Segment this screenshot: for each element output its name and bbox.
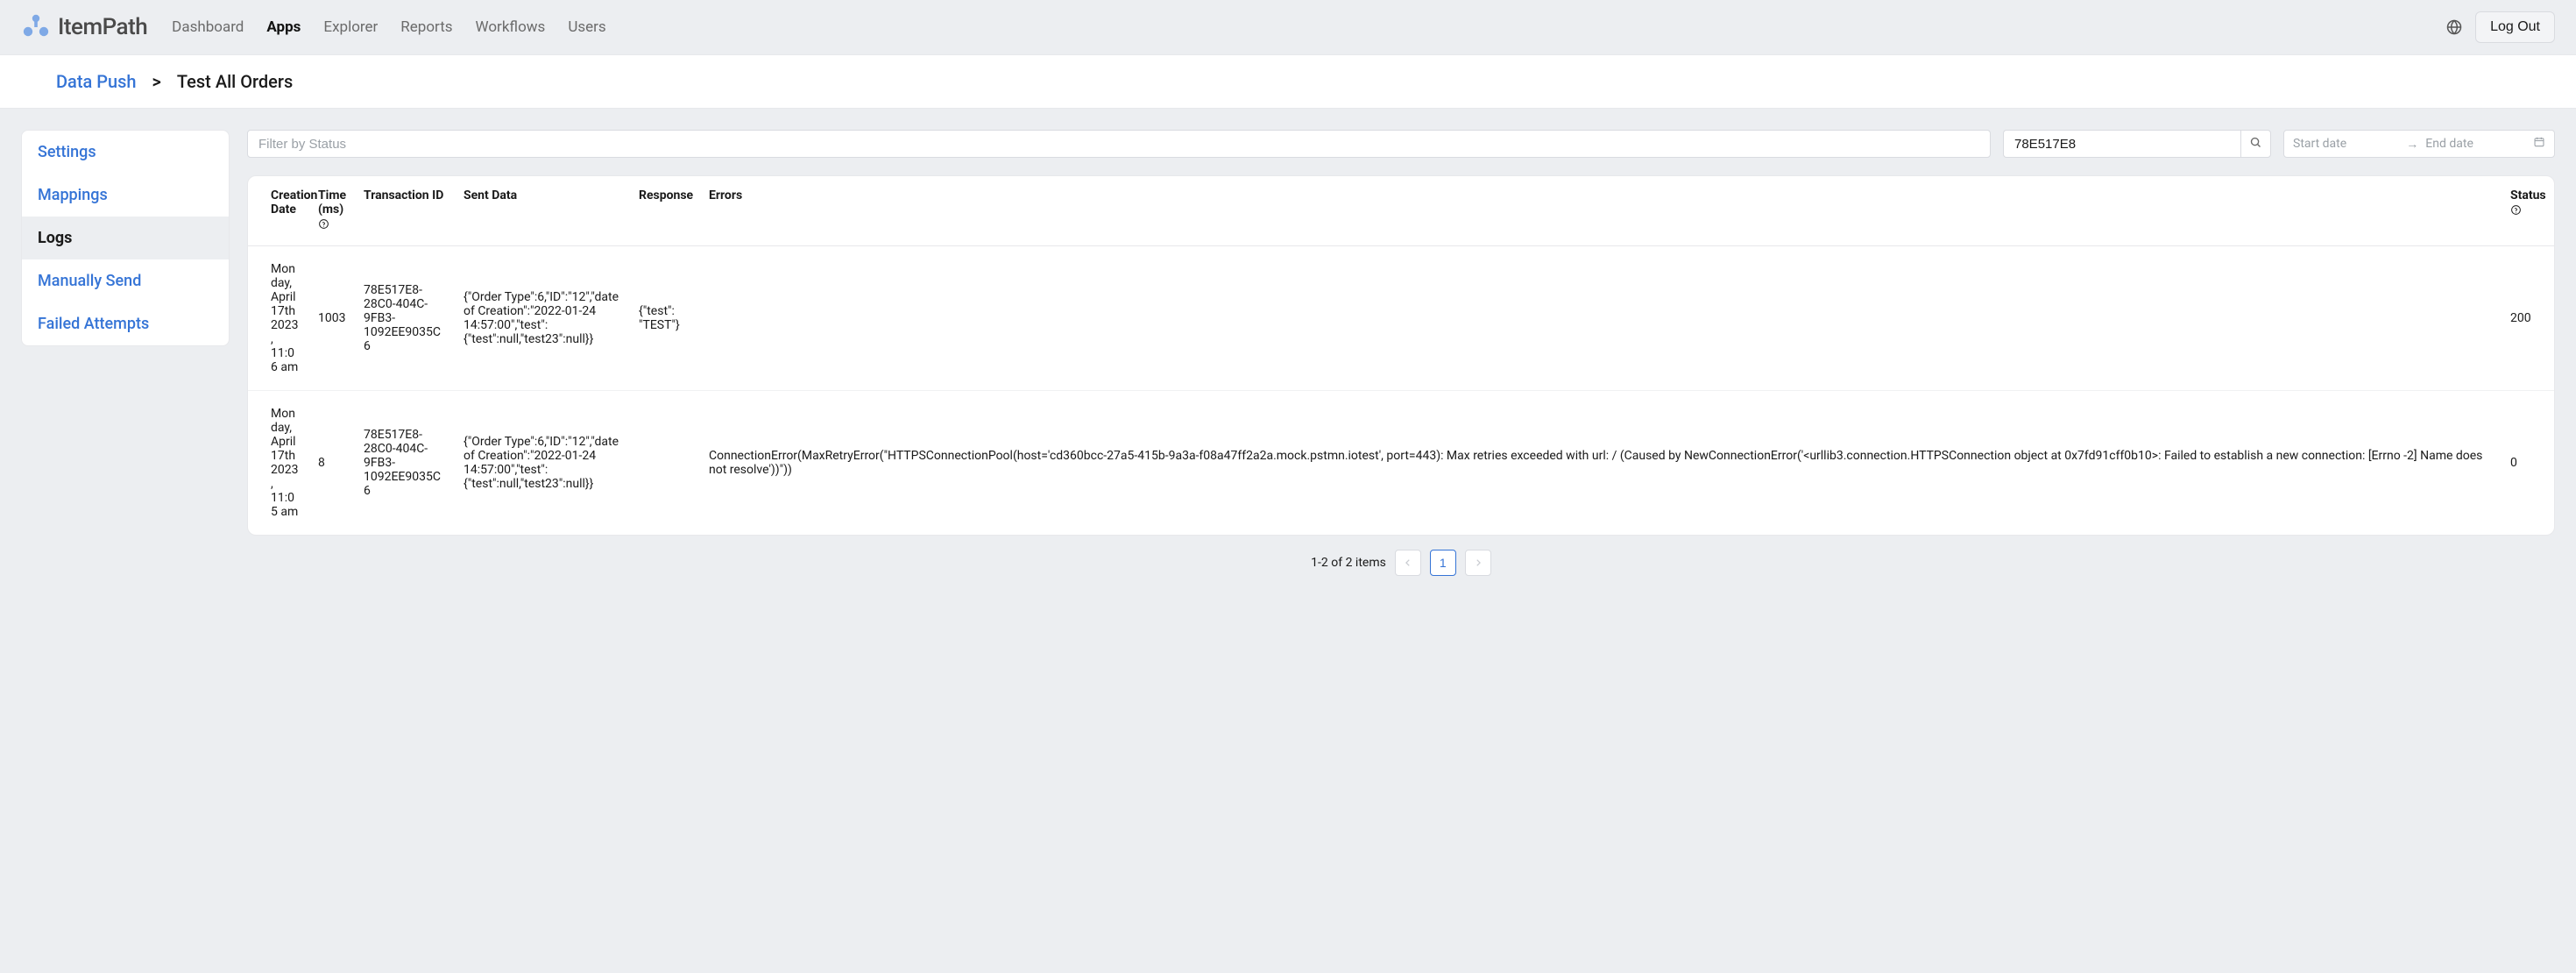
pagination-summary: 1-2 of 2 items: [1311, 556, 1386, 570]
topbar-right: Log Out: [2445, 11, 2555, 43]
topbar-left: ItemPath Dashboard Apps Explorer Reports…: [21, 12, 606, 42]
globe-icon[interactable]: [2445, 18, 2463, 36]
chevron-right-icon: [1474, 556, 1483, 570]
sidebar: Settings Mappings Logs Manually Send Fai…: [21, 130, 230, 346]
th-response[interactable]: Response: [630, 176, 700, 246]
pagination-page-1[interactable]: 1: [1430, 550, 1456, 576]
sidebar-item-failed-attempts[interactable]: Failed Attempts: [22, 302, 229, 345]
pagination-prev-button[interactable]: [1395, 550, 1421, 576]
cell-creation-date: Monday, April 17th 2023, 11:06 am: [248, 246, 309, 391]
date-arrow-icon: →: [2406, 137, 2418, 152]
breadcrumb-parent[interactable]: Data Push: [56, 71, 137, 92]
logo-icon: [21, 12, 51, 42]
topbar: ItemPath Dashboard Apps Explorer Reports…: [0, 0, 2576, 54]
cell-sent-data: {"Order Type":6,"ID":"12","date of Creat…: [455, 391, 630, 536]
nav-users[interactable]: Users: [568, 18, 605, 36]
brand-text: ItemPath: [58, 14, 147, 40]
cell-response: [630, 391, 700, 536]
sidebar-item-logs[interactable]: Logs: [22, 217, 229, 259]
cell-creation-date: Monday, April 17th 2023, 11:05 am: [248, 391, 309, 536]
date-end-placeholder: End date: [2425, 137, 2473, 151]
content: Start date → End date: [247, 130, 2555, 579]
nav-links: Dashboard Apps Explorer Reports Workflow…: [172, 18, 606, 36]
search-wrap: [2003, 130, 2271, 158]
th-transaction-id[interactable]: Transaction ID: [355, 176, 455, 246]
breadcrumb-current: Test All Orders: [177, 71, 293, 92]
cell-status: 0: [2502, 391, 2554, 536]
logs-table-wrap: Creation Date Time (ms) Tra: [247, 175, 2555, 536]
filter-status-input[interactable]: [247, 130, 1991, 158]
th-time-ms[interactable]: Time (ms): [309, 176, 355, 246]
nav-reports[interactable]: Reports: [400, 18, 452, 36]
pagination-next-button[interactable]: [1465, 550, 1491, 576]
calendar-icon: [2533, 136, 2545, 152]
th-creation-date[interactable]: Creation Date: [248, 176, 309, 246]
sidebar-item-mappings[interactable]: Mappings: [22, 174, 229, 217]
search-icon: [2249, 136, 2262, 152]
sidebar-item-manually-send[interactable]: Manually Send: [22, 259, 229, 302]
pagination: 1-2 of 2 items 1: [247, 536, 2555, 579]
filter-row: Start date → End date: [247, 130, 2555, 158]
table-row[interactable]: Monday, April 17th 2023, 11:05 am 8 78E5…: [248, 391, 2554, 536]
cell-transaction-id: 78E517E8-28C0-404C-9FB3-1092EE9035C6: [355, 391, 455, 536]
date-range-wrap: Start date → End date: [2283, 130, 2555, 158]
cell-errors: ConnectionError(MaxRetryError("HTTPSConn…: [700, 391, 2502, 536]
sidebar-item-settings[interactable]: Settings: [22, 131, 229, 174]
help-icon[interactable]: [2510, 204, 2522, 216]
date-start-placeholder: Start date: [2293, 137, 2346, 151]
cell-errors: [700, 246, 2502, 391]
th-status[interactable]: Status: [2502, 176, 2554, 246]
breadcrumb: Data Push > Test All Orders: [0, 54, 2576, 109]
cell-time-ms: 8: [309, 391, 355, 536]
search-button[interactable]: [2240, 130, 2271, 158]
cell-sent-data: {"Order Type":6,"ID":"12","date of Creat…: [455, 246, 630, 391]
nav-apps[interactable]: Apps: [266, 18, 301, 36]
th-time-ms-label: Time (ms): [318, 188, 346, 217]
th-sent-data[interactable]: Sent Data: [455, 176, 630, 246]
logout-button[interactable]: Log Out: [2475, 11, 2555, 43]
table-header-row: Creation Date Time (ms) Tra: [248, 176, 2554, 246]
table-row[interactable]: Monday, April 17th 2023, 11:06 am 1003 7…: [248, 246, 2554, 391]
date-range-input[interactable]: Start date → End date: [2283, 130, 2555, 158]
th-errors[interactable]: Errors: [700, 176, 2502, 246]
cell-time-ms: 1003: [309, 246, 355, 391]
nav-dashboard[interactable]: Dashboard: [172, 18, 244, 36]
search-input[interactable]: [2003, 130, 2240, 158]
nav-explorer[interactable]: Explorer: [323, 18, 378, 36]
nav-workflows[interactable]: Workflows: [476, 18, 546, 36]
cell-response: {"test": "TEST"}: [630, 246, 700, 391]
chevron-left-icon: [1404, 556, 1412, 570]
cell-status: 200: [2502, 246, 2554, 391]
logs-table: Creation Date Time (ms) Tra: [248, 176, 2554, 535]
help-icon[interactable]: [318, 218, 329, 230]
th-status-label: Status: [2510, 188, 2531, 202]
logo[interactable]: ItemPath: [21, 12, 147, 42]
main: Settings Mappings Logs Manually Send Fai…: [0, 109, 2576, 600]
filter-status-wrap: [247, 130, 1991, 158]
cell-transaction-id: 78E517E8-28C0-404C-9FB3-1092EE9035C6: [355, 246, 455, 391]
breadcrumb-separator: >: [152, 71, 161, 92]
